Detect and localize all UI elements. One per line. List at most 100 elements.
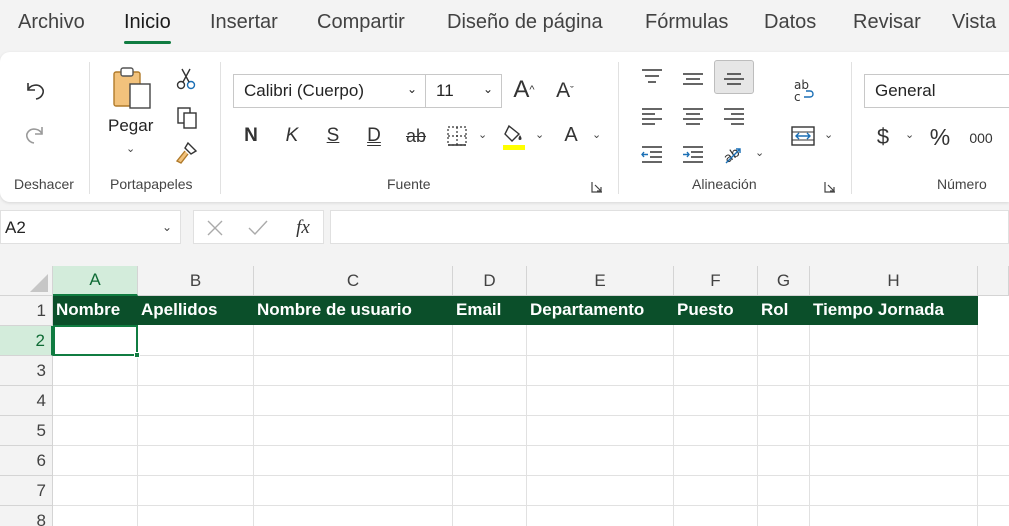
cancel-icon[interactable]	[204, 217, 226, 239]
row-header-5[interactable]: 5	[0, 416, 53, 446]
thousands-separator-button[interactable]: 000	[966, 124, 996, 152]
column-header-i[interactable]	[978, 266, 1009, 296]
tab-vista[interactable]: Vista	[952, 11, 996, 34]
tab-archivo[interactable]: Archivo	[18, 11, 85, 34]
row-header-2[interactable]: 2	[0, 326, 53, 356]
row-header-4[interactable]: 4	[0, 386, 53, 416]
fill-color-icon[interactable]	[501, 122, 527, 152]
column-header-b[interactable]: B	[138, 266, 254, 296]
number-format-dropdown[interactable]: General	[864, 74, 1009, 108]
tab-diseno-de-pagina[interactable]: Diseño de página	[447, 11, 603, 34]
borders-chevron-down-icon[interactable]: ⌄	[478, 128, 487, 141]
column-header-f[interactable]: F	[674, 266, 758, 296]
row-header-7[interactable]: 7	[0, 476, 53, 506]
currency-button[interactable]: $	[872, 122, 894, 152]
name-box[interactable]: A2 ⌄	[0, 210, 181, 244]
align-middle-icon[interactable]	[680, 66, 706, 90]
currency-chevron-down-icon[interactable]: ⌄	[905, 128, 914, 141]
cell-a1[interactable]: Nombre	[53, 296, 138, 325]
paste-button-label[interactable]: Pegar	[108, 116, 153, 136]
tab-insertar[interactable]: Insertar	[210, 11, 278, 34]
clipboard-group-label: Portapapeles	[110, 176, 193, 192]
cut-icon[interactable]	[174, 66, 198, 92]
underline-button[interactable]: S	[321, 122, 345, 150]
increase-indent-icon[interactable]	[680, 142, 706, 166]
gridline	[977, 296, 978, 526]
merge-center-icon[interactable]	[789, 122, 817, 150]
column-header-d[interactable]: D	[453, 266, 527, 296]
tab-revisar[interactable]: Revisar	[853, 11, 921, 34]
align-left-icon[interactable]	[639, 104, 665, 128]
alignment-dialog-launcher-icon[interactable]	[824, 180, 836, 193]
orientation-icon[interactable]: ab	[719, 140, 747, 168]
fill-color-chevron-down-icon[interactable]: ⌄	[535, 128, 544, 141]
tab-formulas[interactable]: Fórmulas	[645, 11, 728, 34]
align-bottom-icon[interactable]	[714, 60, 754, 94]
cell-c1[interactable]: Nombre de usuario	[254, 296, 453, 325]
column-header-g[interactable]: G	[758, 266, 810, 296]
double-underline-button[interactable]: D	[362, 122, 386, 150]
column-header-a[interactable]: A	[53, 266, 138, 296]
tab-compartir[interactable]: Compartir	[317, 11, 405, 34]
grow-font-button[interactable]: A ^	[509, 74, 539, 106]
undo-group: Deshacer	[0, 52, 88, 202]
cell-e1[interactable]: Departamento	[527, 296, 674, 325]
select-all-corner[interactable]	[0, 266, 53, 296]
strikethrough-button[interactable]: ab	[402, 122, 430, 150]
menu-tab-bar: Archivo Inicio Insertar Compartir Diseño…	[0, 0, 1009, 52]
gridline	[253, 296, 254, 526]
font-size-value: 11	[436, 81, 454, 100]
row-header-3[interactable]: 3	[0, 356, 53, 386]
column-header-e[interactable]: E	[527, 266, 674, 296]
cell-f1[interactable]: Puesto	[674, 296, 758, 325]
row-header-1[interactable]: 1	[0, 296, 53, 326]
gridline	[53, 475, 1009, 476]
orientation-chevron-down-icon[interactable]: ⌄	[755, 146, 764, 159]
font-size-dropdown[interactable]: 11 ⌄	[425, 74, 502, 108]
column-header-c[interactable]: C	[254, 266, 453, 296]
chevron-down-icon: ⌄	[161, 220, 172, 234]
tab-inicio[interactable]: Inicio	[124, 11, 171, 44]
cell-h1[interactable]: Tiempo Jornada	[810, 296, 978, 325]
merge-center-chevron-down-icon[interactable]: ⌄	[824, 128, 833, 141]
row-header-8[interactable]: 8	[0, 506, 53, 526]
wrap-text-icon[interactable]: ab c	[789, 76, 817, 106]
italic-button[interactable]: K	[280, 122, 304, 150]
paste-icon[interactable]	[110, 64, 154, 112]
column-header-h[interactable]: H	[810, 266, 978, 296]
font-color-chevron-down-icon[interactable]: ⌄	[592, 128, 601, 141]
copy-icon[interactable]	[174, 104, 200, 132]
gridline	[809, 296, 810, 526]
bold-button[interactable]: N	[239, 122, 263, 150]
cell-d1[interactable]: Email	[453, 296, 527, 325]
font-color-button[interactable]: A	[559, 120, 583, 150]
enter-icon[interactable]	[246, 217, 270, 239]
name-box-value: A2	[5, 218, 26, 237]
row-header-6[interactable]: 6	[0, 446, 53, 476]
active-cell-a2[interactable]	[53, 325, 140, 358]
font-name-dropdown[interactable]: Calibri (Cuerpo) ⌄	[233, 74, 426, 108]
format-painter-icon[interactable]	[174, 140, 200, 166]
borders-icon[interactable]	[445, 124, 469, 148]
shrink-font-button[interactable]: Aˇ	[551, 76, 579, 106]
fill-handle[interactable]	[134, 352, 140, 358]
insert-function-button[interactable]: fx	[290, 216, 316, 240]
align-center-icon[interactable]	[680, 104, 706, 128]
gridline	[53, 385, 1009, 386]
decrease-indent-icon[interactable]	[639, 142, 665, 166]
align-top-icon[interactable]	[639, 64, 665, 88]
chevron-down-icon: ⌄	[482, 82, 493, 96]
shrink-font-icon: A	[556, 79, 571, 102]
font-group: Calibri (Cuerpo) ⌄ 11 ⌄ A ^ Aˇ N K S D ab…	[221, 52, 618, 202]
cell-g1[interactable]: Rol	[758, 296, 810, 325]
percent-button[interactable]: %	[926, 122, 954, 152]
font-dialog-launcher-icon[interactable]	[591, 180, 603, 193]
align-right-icon[interactable]	[721, 104, 747, 128]
paste-dropdown-chevron-icon[interactable]: ⌄	[126, 142, 135, 155]
tab-datos[interactable]: Datos	[764, 11, 816, 34]
cell-b1[interactable]: Apellidos	[138, 296, 254, 325]
formula-input[interactable]	[330, 210, 1009, 244]
undo-icon[interactable]	[20, 76, 50, 106]
redo-icon[interactable]	[20, 120, 50, 150]
gridline	[53, 415, 1009, 416]
